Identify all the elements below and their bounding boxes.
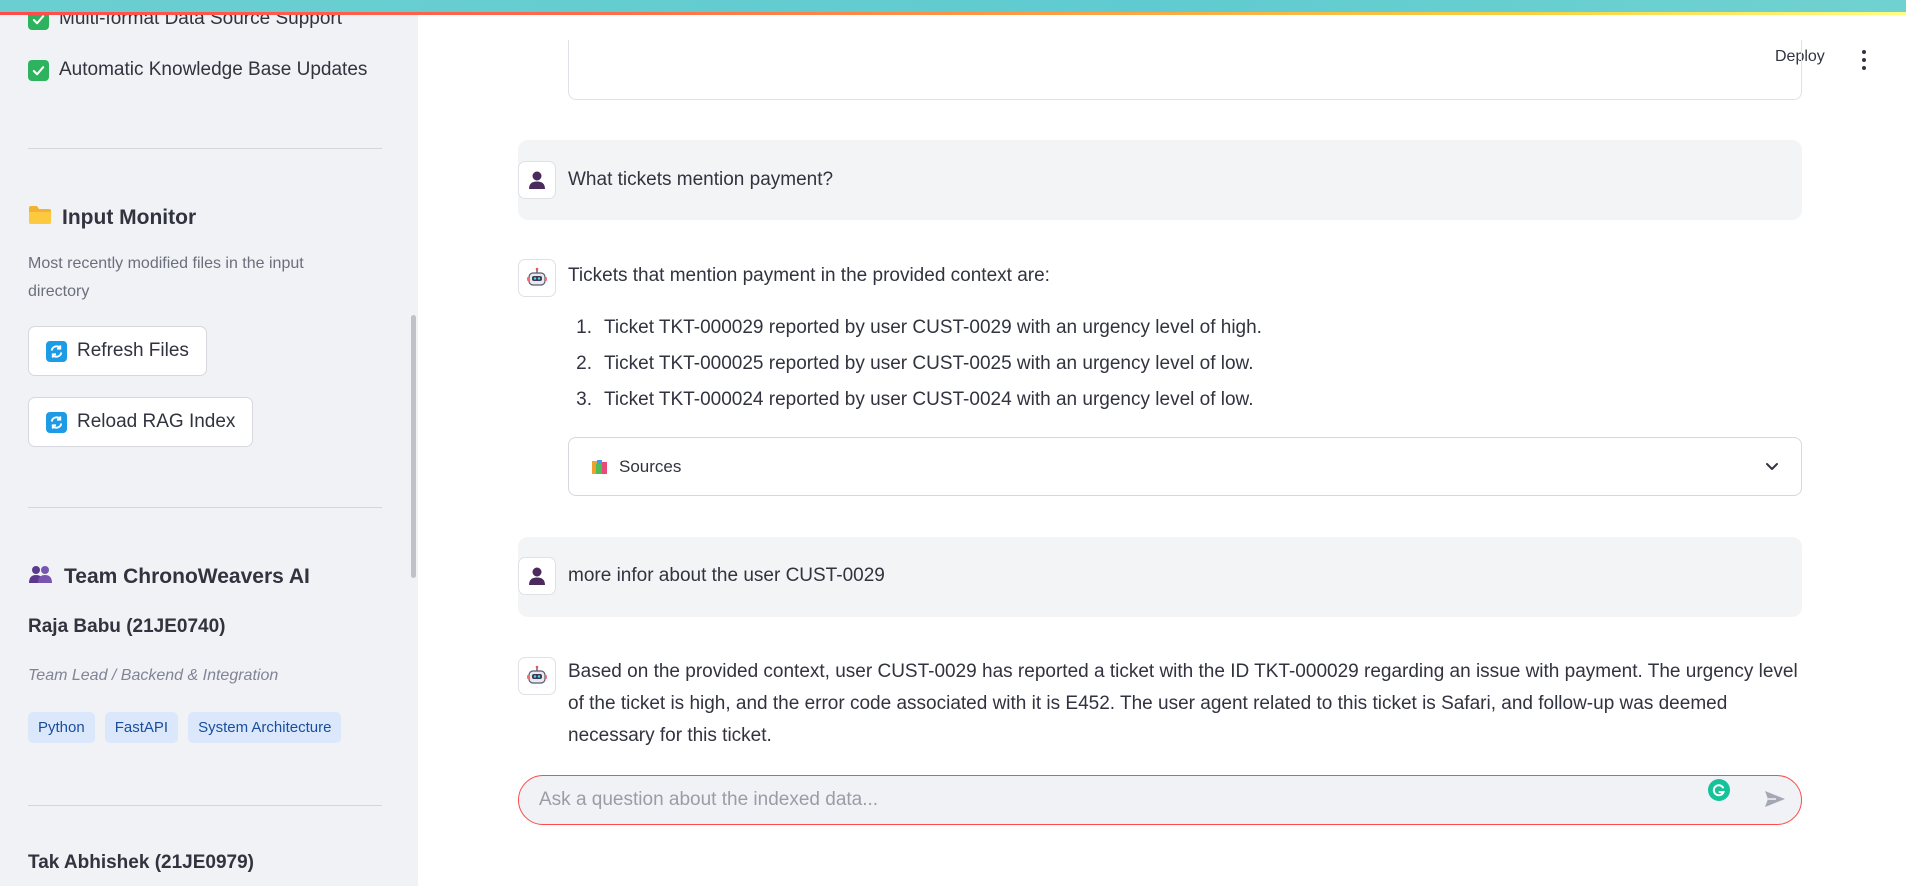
team-title: Team ChronoWeavers AI <box>64 565 310 588</box>
chat-input-container <box>518 775 1802 825</box>
people-icon <box>28 564 54 590</box>
main-menu-icon[interactable] <box>1854 48 1874 72</box>
input-monitor-title: Input Monitor <box>62 206 197 229</box>
checkmark-icon <box>28 59 49 81</box>
header-accent-line <box>0 12 1906 15</box>
refresh-icon <box>46 411 67 433</box>
member-name: Tak Abhishek (21JE0979) <box>28 852 254 873</box>
member-name: Raja Babu (21JE0740) <box>28 616 226 637</box>
assistant-message-text: Based on the provided context, user CUST… <box>568 661 1798 746</box>
user-message-text: more infor about the user CUST-0029 <box>568 565 885 586</box>
main-content: Deploy What tickets mention payment? Tic… <box>418 0 1906 886</box>
sidebar: Multi-format Data Source Support Automat… <box>0 0 418 886</box>
send-icon[interactable] <box>1763 789 1787 814</box>
refresh-files-label: Refresh Files <box>77 340 189 361</box>
assistant-message-text: Tickets that mention payment in the prov… <box>568 265 1050 286</box>
sidebar-divider <box>28 148 382 149</box>
chevron-down-icon <box>1765 457 1779 477</box>
previous-sources-expander[interactable] <box>568 40 1802 100</box>
sources-label: Sources <box>619 456 682 476</box>
reload-rag-index-button[interactable]: Reload RAG Index <box>28 397 254 447</box>
list-item: 2. Ticket TKT-000025 reported by user CUS… <box>576 353 1254 374</box>
sidebar-scrollbar[interactable] <box>411 315 416 578</box>
skill-tag: FastAPI <box>104 712 179 743</box>
input-monitor-heading: Input Monitor <box>28 205 196 231</box>
assistant-avatar-icon <box>518 259 556 297</box>
refresh-files-button[interactable]: Refresh Files <box>28 326 207 376</box>
feature-auto-updates: Automatic Knowledge Base Updates <box>28 59 367 81</box>
member-role: Team Lead / Backend & Integration <box>28 667 279 684</box>
feature-label: Automatic Knowledge Base Updates <box>59 59 368 80</box>
folder-icon <box>28 205 52 231</box>
skill-tag: Python <box>28 712 95 743</box>
reload-rag-index-label: Reload RAG Index <box>77 411 236 432</box>
sidebar-divider <box>28 507 382 508</box>
refresh-icon <box>46 340 67 362</box>
user-avatar-icon <box>518 161 556 199</box>
ticket-list: 1. Ticket TKT-000029 reported by user CUS… <box>568 310 1768 418</box>
user-message-text: What tickets mention payment? <box>568 169 834 190</box>
list-item: 1. Ticket TKT-000029 reported by user CUS… <box>576 317 1262 338</box>
chat-input[interactable] <box>539 789 1781 811</box>
assistant-avatar-icon <box>518 657 556 695</box>
skill-tag: System Architecture <box>188 712 342 743</box>
sidebar-divider <box>28 805 382 806</box>
member-skill-tags: Python FastAPI System Architecture <box>28 712 342 743</box>
grammarly-icon[interactable] <box>1708 779 1730 801</box>
sources-expander[interactable]: Sources <box>568 437 1802 496</box>
books-icon <box>591 458 609 476</box>
list-item: 3. Ticket TKT-000024 reported by user CUS… <box>576 389 1254 410</box>
input-monitor-caption: Most recently modified files in the inpu… <box>28 255 304 300</box>
user-avatar-icon <box>518 557 556 595</box>
team-heading: Team ChronoWeavers AI <box>28 564 310 590</box>
app-header-decoration <box>0 0 1906 15</box>
